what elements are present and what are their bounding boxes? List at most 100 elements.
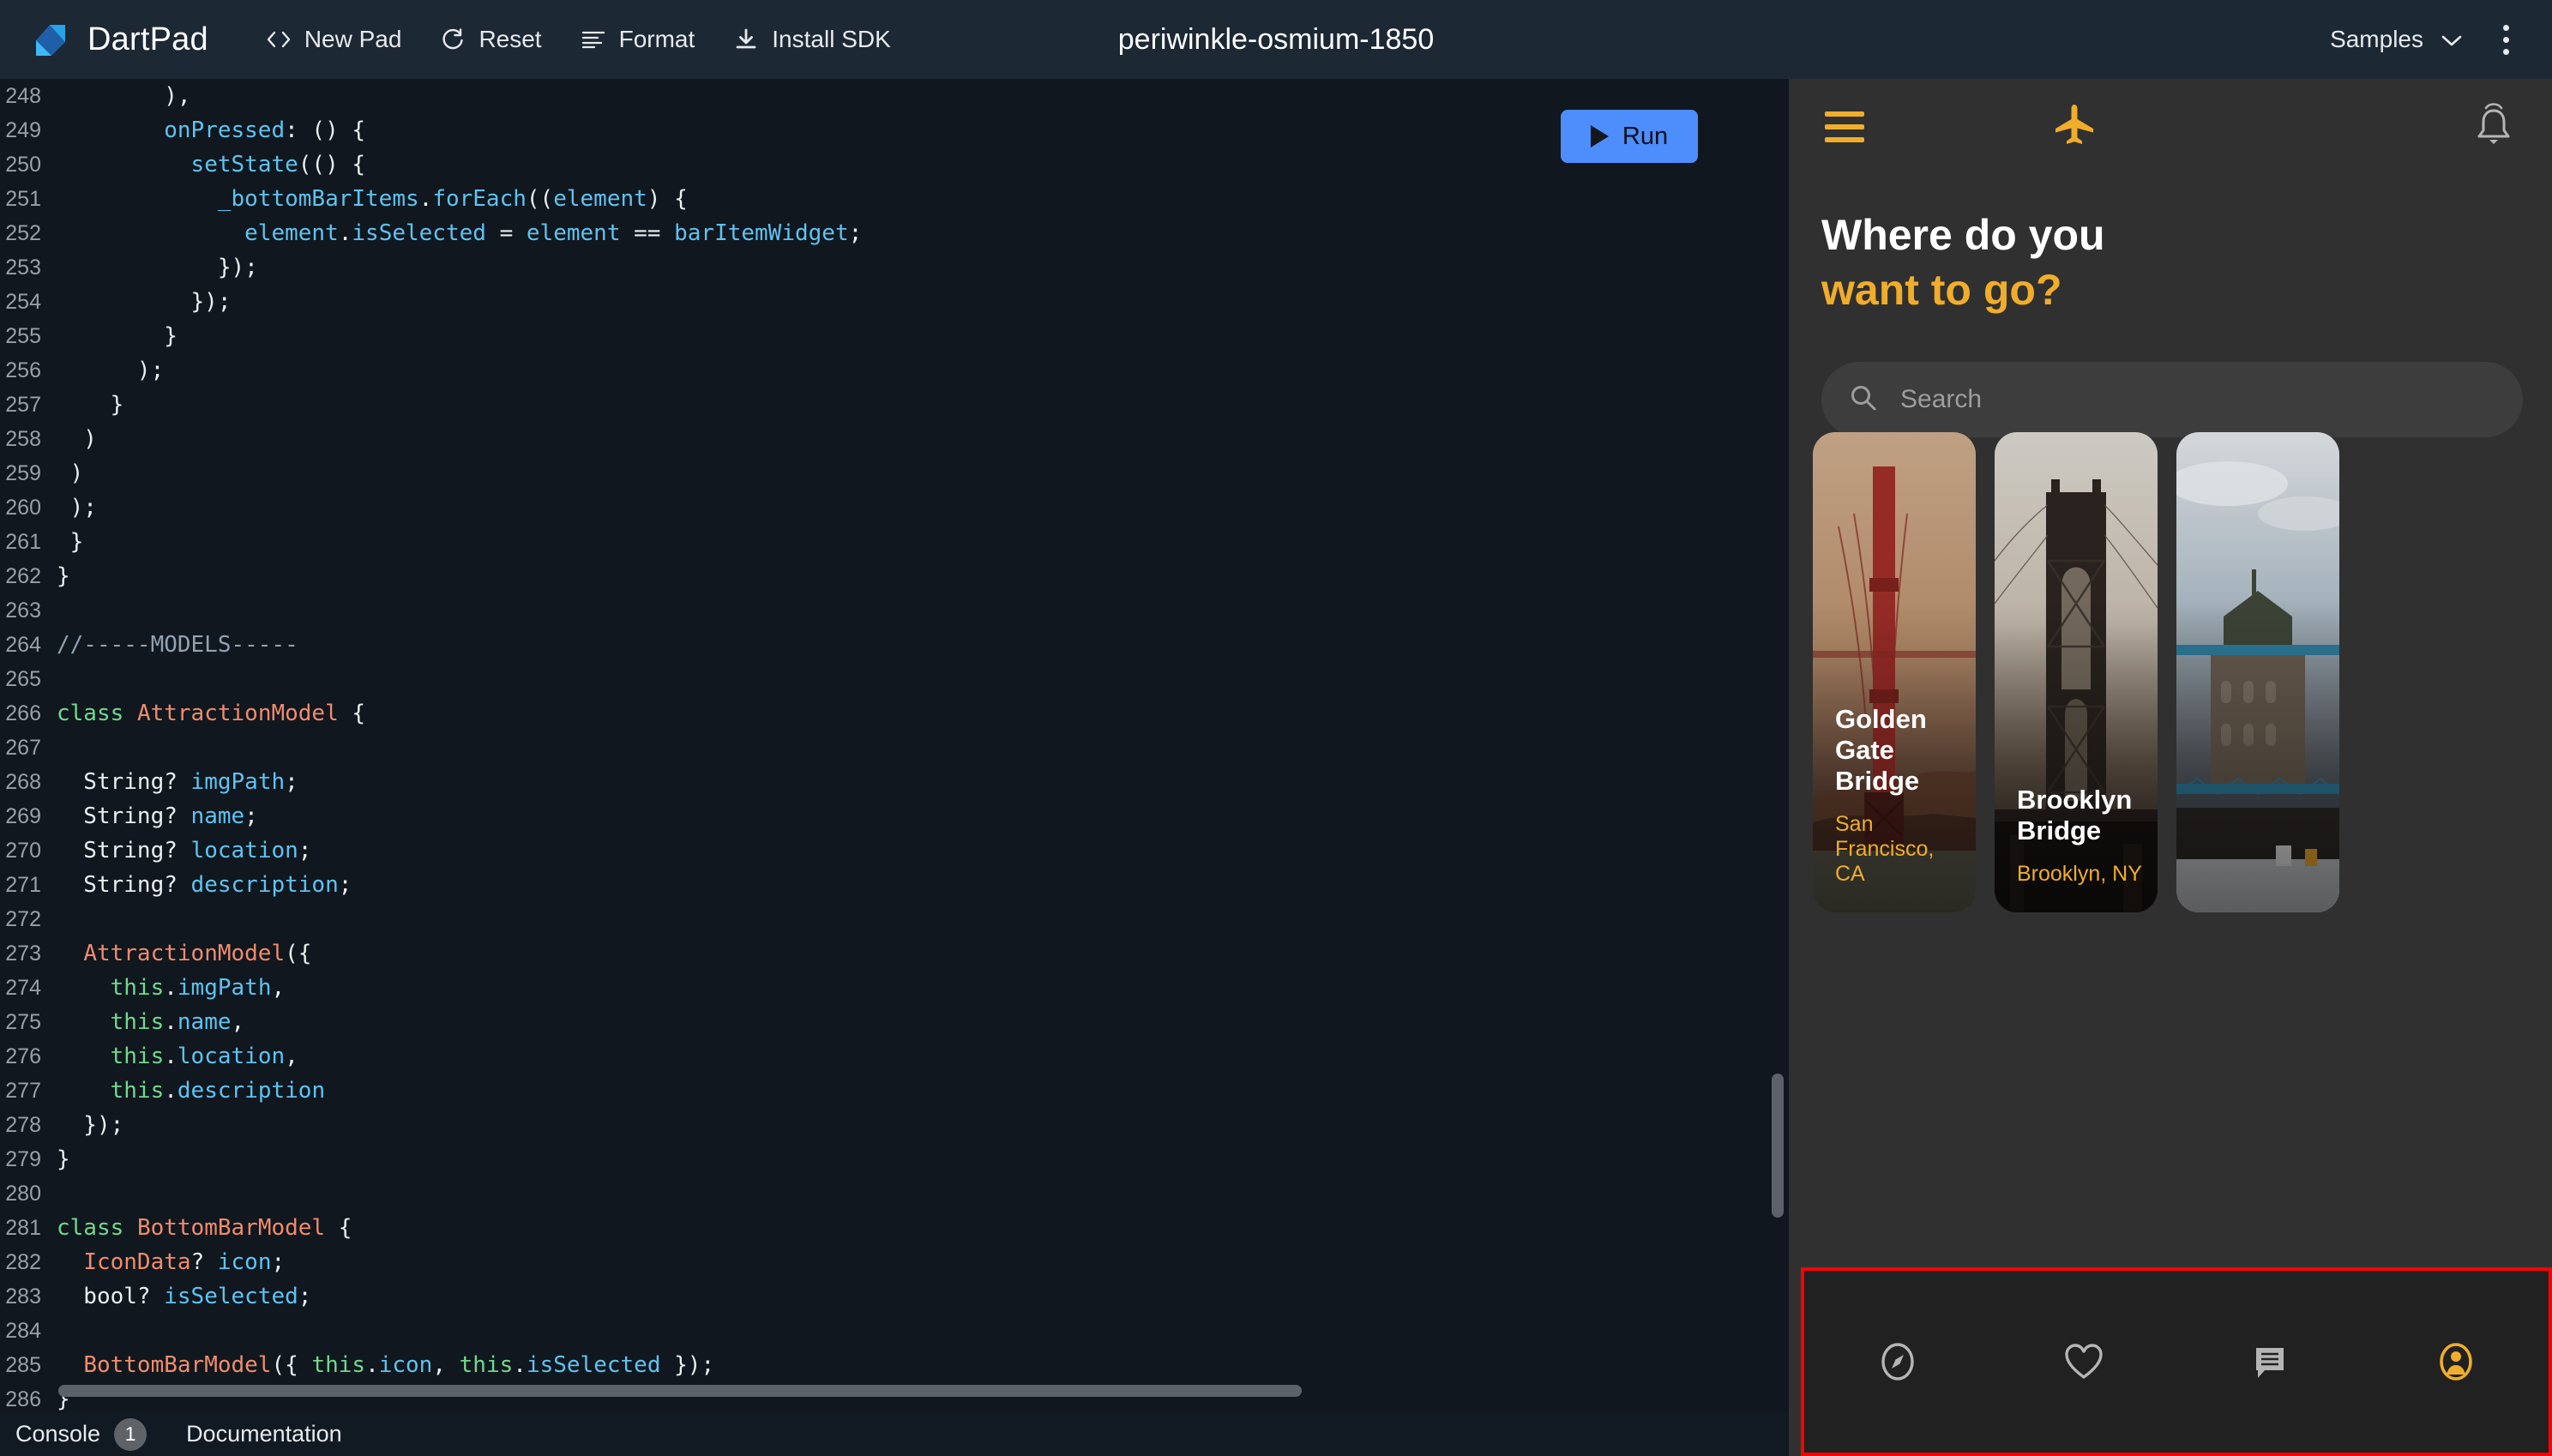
attraction-card[interactable]: Brooklyn Bridge Brooklyn, NY	[1995, 432, 2158, 912]
code-line[interactable]: 265	[0, 662, 1789, 696]
code-line[interactable]: 280	[0, 1176, 1789, 1211]
format-button[interactable]: Format	[561, 17, 714, 62]
code-line[interactable]: 271 String? description;	[0, 868, 1789, 902]
code-line[interactable]: 268 String? imgPath;	[0, 765, 1789, 799]
install-sdk-button[interactable]: Install SDK	[713, 17, 910, 62]
code-token: _bottomBarItems	[217, 186, 419, 212]
code-line[interactable]: 250 setState(() {	[0, 147, 1789, 182]
line-content[interactable]: element.isSelected = element == barItemW…	[48, 220, 862, 246]
code-token: ,	[271, 975, 286, 1001]
code-line[interactable]: 285 BottomBarModel({ this.icon, this.isS…	[0, 1348, 1789, 1382]
nav-item-explore[interactable]	[1846, 1310, 1949, 1413]
code-line[interactable]: 283 bool? isSelected;	[0, 1279, 1789, 1314]
editor-horizontal-scrollbar[interactable]	[58, 1385, 1302, 1397]
line-content[interactable]: });	[48, 289, 232, 315]
code-line[interactable]: 259 )	[0, 456, 1789, 490]
line-content[interactable]: this.description	[48, 1078, 325, 1104]
code-line[interactable]: 267	[0, 731, 1789, 765]
line-content[interactable]: onPressed: () {	[48, 117, 365, 143]
code-line[interactable]: 262}	[0, 559, 1789, 593]
line-content[interactable]: }	[48, 529, 84, 555]
code-line[interactable]: 256 );	[0, 353, 1789, 388]
line-content[interactable]: bool? isSelected;	[48, 1284, 311, 1309]
code-line[interactable]: 276 this.location,	[0, 1039, 1789, 1074]
more-options-button[interactable]	[2483, 17, 2528, 62]
code-token: description	[177, 1078, 326, 1104]
line-content[interactable]: BottomBarModel({ this.icon, this.isSelec…	[48, 1352, 714, 1378]
line-content[interactable]: this.imgPath,	[48, 975, 286, 1001]
line-content[interactable]: );	[48, 358, 164, 383]
nav-item-messages[interactable]	[2218, 1310, 2321, 1413]
code-line[interactable]: 252 element.isSelected = element == barI…	[0, 216, 1789, 250]
attraction-card[interactable]: Golden Gate Bridge San Francisco, CA	[1813, 432, 1976, 912]
documentation-label: Documentation	[186, 1421, 342, 1447]
code-line[interactable]: 273 AttractionModel({	[0, 936, 1789, 971]
console-tab[interactable]: Console 1	[15, 1417, 147, 1451]
bell-icon[interactable]	[2471, 102, 2516, 153]
code-line[interactable]: 279}	[0, 1142, 1789, 1176]
line-content[interactable]: String? name;	[48, 803, 258, 829]
code-line[interactable]: 257 }	[0, 388, 1789, 422]
code-line[interactable]: 261 }	[0, 525, 1789, 559]
code-line[interactable]: 270 String? location;	[0, 833, 1789, 868]
line-content[interactable]: class AttractionModel {	[48, 701, 365, 726]
line-content[interactable]: });	[48, 1112, 123, 1138]
line-content[interactable]: String? location;	[48, 838, 311, 863]
run-button[interactable]: Run	[1561, 110, 1698, 163]
line-content[interactable]: ),	[48, 83, 190, 109]
code-line[interactable]: 282 IconData? icon;	[0, 1245, 1789, 1279]
line-content[interactable]: setState(() {	[48, 152, 366, 177]
code-line[interactable]: 263	[0, 593, 1789, 628]
documentation-tab[interactable]: Documentation	[186, 1421, 342, 1447]
code-line[interactable]: 272	[0, 902, 1789, 936]
code-line[interactable]: 278 });	[0, 1108, 1789, 1142]
code-line[interactable]: 269 String? name;	[0, 799, 1789, 833]
code-line[interactable]: 274 this.imgPath,	[0, 971, 1789, 1005]
attraction-card[interactable]	[2176, 432, 2339, 912]
line-content[interactable]: }	[48, 1146, 70, 1172]
line-content[interactable]: String? imgPath;	[48, 769, 298, 795]
code-line[interactable]: 266 class AttractionModel {	[0, 696, 1789, 731]
code-line[interactable]: 254 });	[0, 285, 1789, 319]
code-line[interactable]: 275 this.name,	[0, 1005, 1789, 1039]
hamburger-menu-icon[interactable]	[1825, 111, 1864, 142]
code-line[interactable]: 264 //-----MODELS-----	[0, 628, 1789, 662]
line-content[interactable]: this.location,	[48, 1044, 298, 1069]
line-content[interactable]: )	[48, 460, 84, 486]
samples-dropdown[interactable]: Samples	[2316, 17, 2477, 62]
line-content[interactable]: this.name,	[48, 1009, 245, 1035]
attraction-card-list[interactable]: Golden Gate Bridge San Francisco, CA Bro…	[1789, 432, 2552, 912]
reset-button[interactable]: Reset	[420, 17, 560, 62]
line-content[interactable]: IconData? icon;	[48, 1249, 285, 1275]
search-field[interactable]: Search	[1821, 362, 2523, 437]
code-line[interactable]: 251 _bottomBarItems.forEach((element) {	[0, 182, 1789, 216]
nav-item-favorites[interactable]	[2032, 1310, 2135, 1413]
nav-item-profile[interactable]	[2405, 1310, 2507, 1413]
line-content[interactable]: }	[48, 392, 124, 418]
new-pad-button[interactable]: New Pad	[246, 17, 421, 62]
card-gradient-overlay	[2176, 432, 2339, 912]
code-line[interactable]: 249 onPressed: () {	[0, 113, 1789, 147]
line-content[interactable]: );	[48, 495, 97, 520]
line-content[interactable]: //-----MODELS-----	[48, 632, 298, 658]
code-line[interactable]: 258 )	[0, 422, 1789, 456]
line-content[interactable]: class BottomBarModel {	[48, 1215, 352, 1241]
code-line[interactable]: 255 }	[0, 319, 1789, 353]
code-line[interactable]: 248 ),	[0, 79, 1789, 113]
line-content[interactable]: }	[48, 323, 178, 349]
code-token: ;	[298, 838, 312, 863]
line-content[interactable]: String? description;	[48, 872, 352, 898]
code-editor[interactable]: 248 ), 249 onPressed: () {250 setState(()…	[0, 79, 1789, 1412]
line-content[interactable]: AttractionModel({	[48, 941, 311, 966]
code-lines[interactable]: 248 ), 249 onPressed: () {250 setState(()…	[0, 79, 1789, 1412]
line-content[interactable]: _bottomBarItems.forEach((element) {	[48, 186, 688, 212]
editor-vertical-scrollbar[interactable]	[1772, 1074, 1784, 1218]
code-line[interactable]: 281 class BottomBarModel {	[0, 1211, 1789, 1245]
code-line[interactable]: 260 );	[0, 490, 1789, 525]
code-line[interactable]: 277 this.description	[0, 1074, 1789, 1108]
code-line[interactable]: 253 });	[0, 250, 1789, 285]
code-line[interactable]: 284	[0, 1314, 1789, 1348]
line-content[interactable]: });	[48, 255, 258, 280]
line-content[interactable]: }	[48, 563, 70, 589]
line-content[interactable]: )	[48, 426, 97, 452]
